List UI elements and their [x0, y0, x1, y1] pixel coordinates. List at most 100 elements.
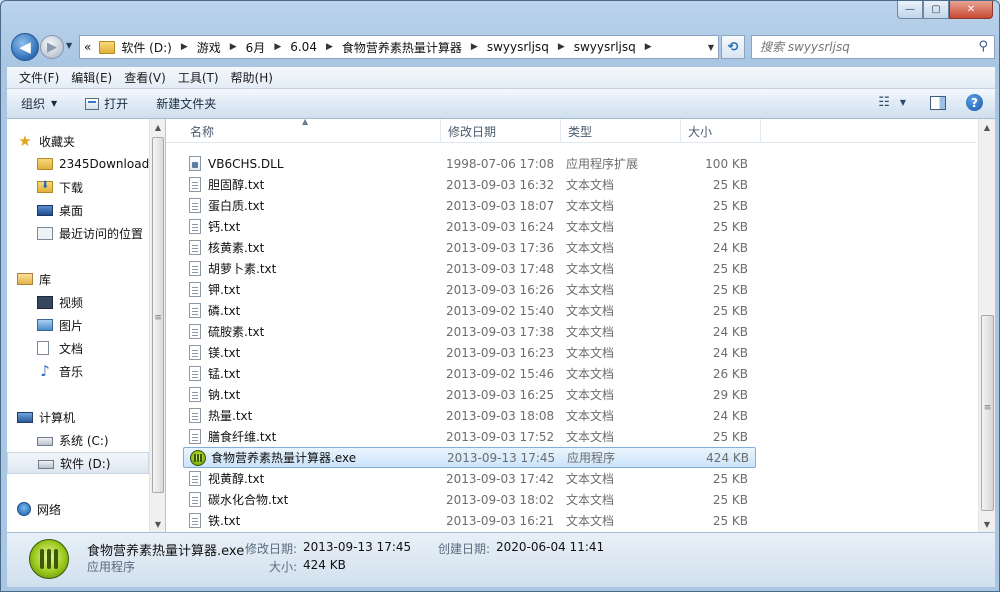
preview-pane-icon[interactable]: [930, 95, 946, 110]
file-row[interactable]: 食物营养素热量计算器.exe 2013-09-13 17:45 应用程序 424 KB: [183, 447, 756, 468]
scroll-down-icon[interactable]: ▼: [979, 516, 995, 532]
breadcrumb-item[interactable]: 6月 ▶: [246, 39, 291, 56]
new-folder-button[interactable]: 新建文件夹: [156, 95, 216, 112]
drive-d-icon: [38, 459, 54, 469]
file-row[interactable]: 蛋白质.txt 2013-09-03 18:07 文本文档 25 KB: [183, 195, 756, 216]
navigation-pane-scrollbar[interactable]: ▲ ≡ ▼: [149, 119, 165, 532]
file-size-cell: 25 KB: [712, 261, 748, 276]
file-type-cell: 文本文档: [566, 430, 615, 444]
sidebar-item[interactable]: 最近访问的位置: [7, 222, 149, 244]
file-row[interactable]: 锰.txt 2013-09-02 15:46 文本文档 26 KB: [183, 363, 756, 384]
file-row[interactable]: 胡萝卜素.txt 2013-09-03 17:48 文本文档 25 KB: [183, 258, 756, 279]
file-row[interactable]: 钙.txt 2013-09-03 16:24 文本文档 25 KB: [183, 216, 756, 237]
address-dropdown-icon[interactable]: ▼: [708, 43, 714, 52]
recent-pages-dropdown[interactable]: ▼: [66, 41, 72, 50]
change-view-button[interactable]: ☷: [878, 95, 890, 110]
library-icon: [17, 273, 33, 285]
file-row[interactable]: 碳水化合物.txt 2013-09-03 18:02 文本文档 25 KB: [183, 489, 756, 510]
column-name[interactable]: 名称 ▲: [166, 117, 441, 143]
refresh-button[interactable]: ⟲: [721, 35, 745, 59]
sidebar-item[interactable]: 2345Downloads: [7, 153, 149, 175]
scroll-up-icon[interactable]: ▲: [979, 119, 995, 135]
menu-view[interactable]: 查看(V): [118, 69, 172, 86]
file-row[interactable]: 铁.txt 2013-09-03 16:21 文本文档 25 KB: [183, 510, 756, 531]
close-button[interactable]: ✕: [949, 1, 993, 19]
file-row[interactable]: 热量.txt 2013-09-03 18:08 文本文档 24 KB: [183, 405, 756, 426]
menu-tools[interactable]: 工具(T): [172, 69, 225, 86]
breadcrumb-separator-icon[interactable]: ▶: [645, 42, 652, 52]
desktop-icon: [37, 204, 53, 216]
scroll-thumb[interactable]: ≡: [152, 137, 164, 493]
scroll-down-icon[interactable]: ▼: [150, 516, 166, 532]
file-row[interactable]: 硫胺素.txt 2013-09-03 17:38 文本文档 24 KB: [183, 321, 756, 342]
search-input[interactable]: [760, 40, 960, 54]
file-row[interactable]: 核黄素.txt 2013-09-03 17:36 文本文档 24 KB: [183, 237, 756, 258]
file-type-cell: 文本文档: [566, 262, 615, 276]
column-size[interactable]: 大小: [681, 119, 761, 143]
file-name-cell: 胆固醇.txt: [183, 176, 442, 193]
address-overflow-chevron[interactable]: «: [84, 40, 99, 54]
column-type[interactable]: 类型: [561, 119, 681, 143]
help-icon[interactable]: ?: [966, 94, 983, 111]
sidebar-item[interactable]: ★ 收藏夹: [7, 130, 149, 152]
organize-button[interactable]: 组织 ▼: [21, 95, 57, 112]
breadcrumb-separator-icon[interactable]: ▶: [230, 42, 237, 52]
file-row[interactable]: 膳食纤维.txt 2013-09-03 17:52 文本文档 25 KB: [183, 426, 756, 447]
breadcrumb-separator-icon[interactable]: ▶: [558, 42, 565, 52]
scroll-up-icon[interactable]: ▲: [150, 119, 166, 135]
breadcrumb-item[interactable]: 食物营养素热量计算器 ▶: [342, 39, 487, 56]
sidebar-item[interactable]: 视频: [7, 291, 149, 313]
breadcrumb-item[interactable]: swyysrljsq ▶: [574, 39, 661, 56]
file-row[interactable]: 磷.txt 2013-09-02 15:40 文本文档 25 KB: [183, 300, 756, 321]
column-date[interactable]: 修改日期: [441, 119, 561, 143]
command-bar: 组织 ▼ 打开 新建文件夹 ☷ ▼ ?: [7, 89, 995, 119]
sidebar-item-label: 软件 (D:): [60, 456, 111, 471]
breadcrumb-item[interactable]: 软件 (D:) ▶: [121, 39, 196, 56]
picture-icon: [37, 319, 53, 331]
back-button[interactable]: ◀: [11, 33, 39, 61]
file-row[interactable]: 钠.txt 2013-09-03 16:25 文本文档 29 KB: [183, 384, 756, 405]
sidebar-item[interactable]: 库: [7, 268, 149, 290]
document-icon: [37, 341, 49, 355]
file-name-cell: 视黄醇.txt: [183, 470, 442, 487]
file-row[interactable]: 钾.txt 2013-09-03 16:26 文本文档 25 KB: [183, 279, 756, 300]
breadcrumb-separator-icon[interactable]: ▶: [471, 42, 478, 52]
maximize-button[interactable]: ▢: [923, 1, 949, 19]
menu-help[interactable]: 帮助(H): [225, 69, 279, 86]
search-icon[interactable]: ⚲: [978, 39, 988, 54]
sidebar-item[interactable]: 系统 (C:): [7, 429, 149, 451]
scroll-thumb[interactable]: ≡: [981, 315, 994, 511]
breadcrumb-item[interactable]: swyysrljsq ▶: [487, 39, 574, 56]
file-row[interactable]: 镁.txt 2013-09-03 16:23 文本文档 24 KB: [183, 342, 756, 363]
new-folder-label: 新建文件夹: [156, 97, 217, 111]
forward-button[interactable]: ▶: [40, 35, 64, 59]
breadcrumb-separator-icon[interactable]: ▶: [326, 42, 333, 52]
sidebar-item[interactable]: 计算机: [7, 406, 149, 428]
open-button[interactable]: 打开: [85, 95, 128, 112]
view-dropdown-icon[interactable]: ▼: [900, 98, 906, 107]
breadcrumb-separator-icon[interactable]: ▶: [181, 42, 188, 52]
sidebar-item[interactable]: ♪ 音乐: [7, 360, 149, 382]
column-header: 名称 ▲ 修改日期 类型 大小: [166, 117, 976, 143]
search-box[interactable]: ⚲: [751, 35, 995, 59]
sidebar-item[interactable]: 桌面: [7, 199, 149, 221]
sidebar-item[interactable]: 文档: [7, 337, 149, 359]
sidebar-item[interactable]: 图片: [7, 314, 149, 336]
file-list-scrollbar[interactable]: ▲ ≡ ▼: [978, 119, 995, 532]
file-date-cell: 2013-09-03 17:48: [446, 261, 555, 276]
menu-edit[interactable]: 编辑(E): [65, 69, 118, 86]
sidebar-item[interactable]: 下载: [7, 176, 149, 198]
minimize-button[interactable]: —: [897, 1, 923, 19]
address-bar[interactable]: « 软件 (D:) ▶ 游戏 ▶ 6月 ▶ 6.04 ▶ 食物营养素热量计算器 ▶ swyysrlj…: [79, 35, 719, 59]
breadcrumb-item[interactable]: 6.04 ▶: [290, 39, 342, 56]
navigation-pane: ★ 收藏夹 2345Downloads 下载桌面最近访问的位置库视频图片文档 ♪ 音乐计算…: [7, 119, 165, 532]
breadcrumb-separator-icon[interactable]: ▶: [274, 42, 281, 52]
sidebar-item[interactable]: 网络: [7, 498, 149, 520]
sidebar-item[interactable]: 软件 (D:): [7, 452, 149, 474]
file-row[interactable]: VB6CHS.DLL 1998-07-06 17:08 应用程序扩展 100 KB: [183, 153, 756, 174]
file-row[interactable]: 视黄醇.txt 2013-09-03 17:42 文本文档 25 KB: [183, 468, 756, 489]
menu-file[interactable]: 文件(F): [13, 69, 65, 86]
breadcrumb-item[interactable]: 游戏 ▶: [197, 39, 246, 56]
file-date-cell: 2013-09-03 18:07: [446, 198, 555, 213]
file-row[interactable]: 胆固醇.txt 2013-09-03 16:32 文本文档 25 KB: [183, 174, 756, 195]
